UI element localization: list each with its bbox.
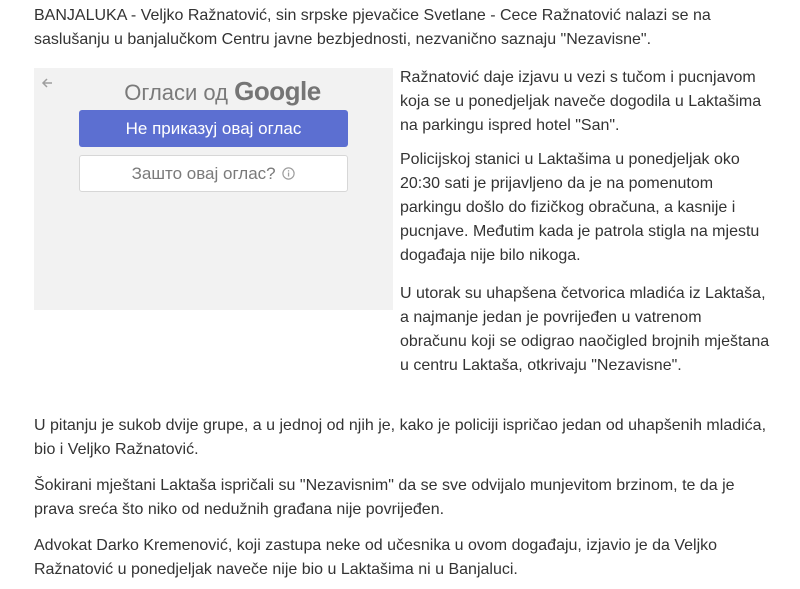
stop-seeing-ad-button[interactable]: Не приказуј овај оглас [79, 110, 348, 147]
google-ad-feedback-panel: Огласи од Google Не приказуј овај оглас … [34, 68, 393, 310]
article-paragraph: Ražnatović daje izjavu u vezi s tučom i … [400, 69, 762, 134]
why-this-ad-label: Зашто овај оглас? [131, 164, 276, 183]
ad-header: Огласи од Google [34, 76, 393, 108]
article-body: BANJALUKA - Veljko Ražnatović, sin srpsk… [0, 0, 800, 589]
article-paragraph: Šokirani mještani Laktaša ispričali su "… [34, 477, 735, 518]
article-paragraph: U utorak su uhapšena četvorica mladića i… [400, 285, 770, 374]
google-logo: Google [234, 76, 321, 106]
article-paragraph: Advokat Darko Kremenović, koji zastupa n… [34, 537, 718, 578]
lead-text: Veljko Ražnatović, sin srpske pjevačice … [34, 7, 711, 48]
article-paragraph: U pitanju je sukob dvije grupe, a u jedn… [34, 417, 767, 458]
ad-header-prefix: Огласи од [124, 80, 229, 105]
lead-paragraph: BANJALUKA - Veljko Ražnatović, sin srpsk… [34, 4, 774, 52]
why-this-ad-button[interactable]: Зашто овај оглас? [79, 155, 348, 192]
info-icon [282, 157, 296, 180]
article-paragraph: Policijskoj stanici u Laktašima u ponedj… [400, 151, 760, 264]
dateline: BANJALUKA - [34, 7, 137, 24]
